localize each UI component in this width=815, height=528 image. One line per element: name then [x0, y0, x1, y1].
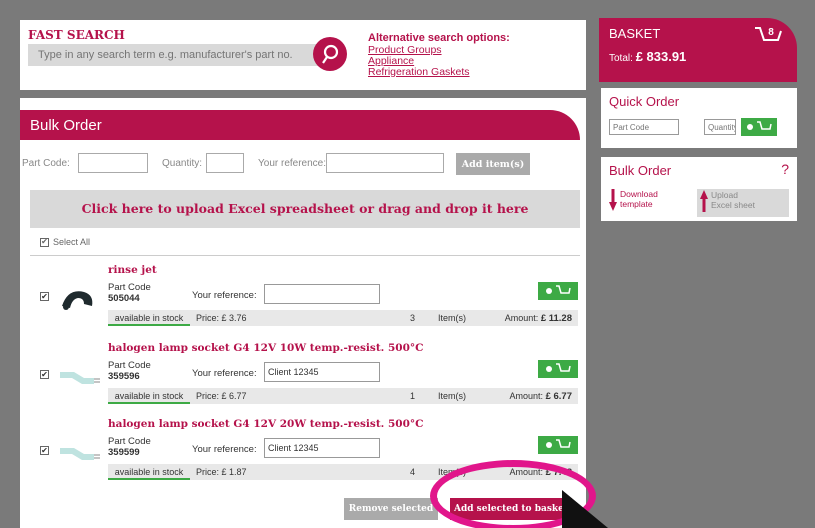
quick-order-add-button[interactable] [741, 118, 777, 136]
item-checkbox[interactable]: ✔ [40, 370, 49, 379]
alt-search-links: Product Groups Appliance Refrigeration G… [368, 45, 470, 78]
item-quantity[interactable]: 1 [410, 391, 415, 401]
fast-search-panel: FAST SEARCH Alternative search options: … [20, 20, 586, 90]
amount-value: £ 6.77 [545, 391, 572, 402]
upload-arrow-icon [700, 190, 708, 212]
stock-status: available in stock [108, 464, 190, 480]
download-arrow-icon [609, 189, 617, 211]
part-code-label: Part Code [108, 436, 151, 447]
cart-icon [555, 285, 571, 294]
select-all[interactable]: ✔ Select All [40, 237, 90, 247]
alt-search-title: Alternative search options: [368, 32, 510, 44]
item-quantity[interactable]: 3 [410, 313, 415, 323]
stock-status: available in stock [108, 388, 190, 404]
fast-search-title: FAST SEARCH [28, 28, 125, 42]
bulk-order-title: Bulk Order [20, 110, 580, 140]
search-icon [322, 44, 339, 64]
add-to-cart-button[interactable] [538, 282, 578, 300]
item-quantity[interactable]: 4 [410, 467, 415, 477]
item-name[interactable]: halogen lamp socket G4 12V 10W temp.-res… [108, 342, 424, 354]
item-info-bar: available in stock Price: £ 3.76 3 Item(… [108, 310, 578, 326]
part-code-label: Part Code [108, 282, 151, 293]
item-price: Price: £ 1.87 [196, 467, 247, 477]
part-code-label: Part Code: [22, 158, 70, 169]
add-to-cart-button[interactable] [538, 360, 578, 378]
amount-label: Amount: [509, 391, 544, 401]
stock-status: available in stock [108, 310, 190, 326]
order-item: ✔ halogen lamp socket G4 12V 10W temp.-r… [20, 342, 586, 422]
reference-label: Your reference: [192, 444, 257, 455]
item-name[interactable]: halogen lamp socket G4 12V 20W temp.-res… [108, 418, 424, 430]
basket-count: 8 [768, 27, 774, 38]
select-all-label: Select All [53, 237, 91, 247]
part-code-label: Part Code [108, 360, 151, 371]
cart-icon [555, 363, 571, 372]
item-amount: Amount: £ 11.28 [488, 313, 572, 324]
quick-order-quantity-input[interactable] [704, 119, 736, 135]
add-items-button[interactable]: Add item(s) [456, 153, 530, 175]
lamp-socket-image [60, 448, 100, 460]
bulk-order-form: Part Code: Quantity: Your reference: Add… [20, 153, 586, 175]
upload-excel-label: Upload Excel sheet [711, 190, 755, 210]
amount-label: Amount: [504, 313, 539, 323]
help-icon[interactable]: ? [781, 161, 789, 177]
divider [30, 255, 580, 256]
item-checkbox[interactable]: ✔ [40, 446, 49, 455]
part-code-value: 359599 [108, 447, 140, 458]
order-item: ✔ rinse jet Part Code 505044 Your refere… [20, 264, 586, 344]
part-code-value: 505044 [108, 293, 140, 304]
basket-total-label: Total: [609, 53, 633, 64]
reference-label: Your reference: [192, 368, 257, 379]
item-quantity-unit: Item(s) [438, 313, 466, 323]
item-info-bar: available in stock Price: £ 6.77 1 Item(… [108, 388, 578, 404]
add-to-cart-button[interactable] [538, 436, 578, 454]
reference-input[interactable] [326, 153, 444, 173]
rinse-jet-image [62, 291, 93, 310]
lamp-socket-image [60, 372, 100, 384]
item-amount: Amount: £ 6.77 [488, 391, 572, 402]
item-name[interactable]: rinse jet [108, 264, 157, 276]
link-refrigeration-gaskets[interactable]: Refrigeration Gaskets [368, 67, 470, 78]
item-price: Price: £ 3.76 [196, 313, 247, 323]
select-all-checkbox[interactable]: ✔ [40, 237, 49, 247]
item-checkbox[interactable]: ✔ [40, 292, 49, 301]
basket-panel[interactable]: BASKET Total: £ 833.91 8 [599, 18, 797, 82]
item-reference-input[interactable] [264, 362, 380, 382]
quantity-label: Quantity: [162, 158, 203, 169]
quick-order-panel: Quick Order [601, 88, 797, 148]
mouse-pointer-icon [562, 490, 608, 528]
item-reference-input[interactable] [264, 438, 380, 458]
quick-order-title: Quick Order [609, 94, 680, 109]
download-template-label: Download template [620, 189, 658, 209]
basket-total-value: £ 833.91 [635, 49, 687, 64]
item-quantity-unit: Item(s) [438, 391, 466, 401]
reference-label: Your reference: [258, 158, 327, 169]
cart-icon [555, 439, 571, 448]
item-price: Price: £ 6.77 [196, 391, 247, 401]
fast-search-input[interactable] [28, 44, 323, 66]
upload-excel-link[interactable]: Upload Excel sheet [697, 189, 789, 217]
remove-selected-button[interactable]: Remove selected [344, 498, 438, 520]
bulk-order-side-panel: Bulk Order ? Download template Upload Ex… [601, 157, 797, 221]
basket-cart-icon[interactable]: 8 [753, 24, 783, 49]
amount-value: £ 11.28 [540, 313, 572, 324]
excel-upload-dropzone[interactable]: Click here to upload Excel spreadsheet o… [30, 190, 580, 228]
quantity-input[interactable] [206, 153, 244, 173]
search-button[interactable] [313, 37, 347, 71]
part-code-value: 359596 [108, 371, 140, 382]
item-reference-input[interactable] [264, 284, 380, 304]
basket-total: Total: £ 833.91 [609, 49, 787, 64]
reference-label: Your reference: [192, 290, 257, 301]
bulk-order-side-title: Bulk Order [609, 163, 672, 178]
download-template-link[interactable]: Download template [609, 189, 666, 211]
quick-order-part-code-input[interactable] [609, 119, 679, 135]
cart-icon [756, 121, 772, 130]
part-code-input[interactable] [78, 153, 148, 173]
